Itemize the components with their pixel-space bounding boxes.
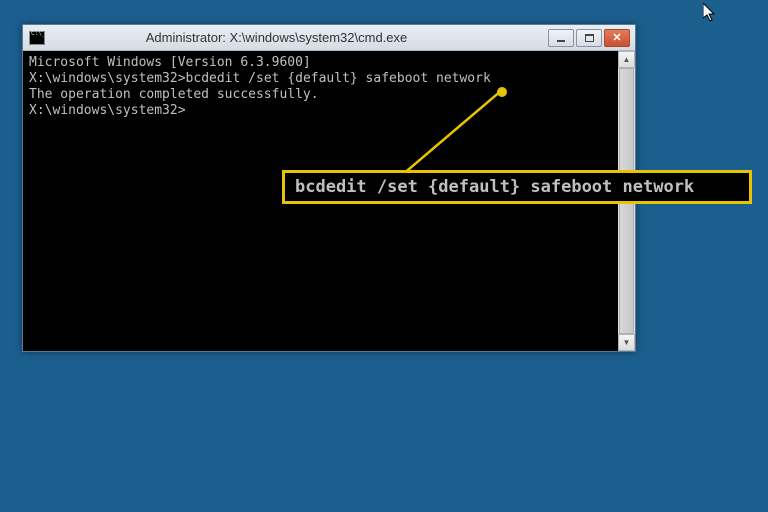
callout-box: bcdedit /set {default} safeboot network: [282, 170, 752, 204]
close-button[interactable]: ✕: [604, 29, 630, 47]
callout-text: bcdedit /set {default} safeboot network: [295, 177, 694, 197]
version-line: Microsoft Windows [Version 6.3.9600]: [29, 55, 629, 71]
scroll-up-button[interactable]: ▲: [618, 51, 635, 68]
close-icon: ✕: [612, 31, 621, 44]
window-controls: ✕: [548, 29, 630, 47]
maximize-icon: [585, 34, 594, 42]
result-line: The operation completed successfully.: [29, 87, 629, 103]
cmd-icon: [29, 31, 45, 45]
command-line-2: X:\windows\system32>: [29, 103, 629, 119]
maximize-button[interactable]: [576, 29, 602, 47]
prompt-path: X:\windows\system32>: [29, 71, 186, 86]
mouse-cursor-icon: [703, 3, 717, 23]
titlebar[interactable]: Administrator: X:\windows\system32\cmd.e…: [23, 25, 635, 51]
minimize-icon: [557, 40, 565, 42]
prompt-path-2: X:\windows\system32>: [29, 103, 186, 118]
minimize-button[interactable]: [548, 29, 574, 47]
scroll-down-button[interactable]: ▼: [618, 334, 635, 351]
command-text: bcdedit /set {default} safeboot network: [186, 71, 491, 86]
command-line-1: X:\windows\system32>bcdedit /set {defaul…: [29, 71, 629, 87]
window-title: Administrator: X:\windows\system32\cmd.e…: [5, 30, 548, 45]
